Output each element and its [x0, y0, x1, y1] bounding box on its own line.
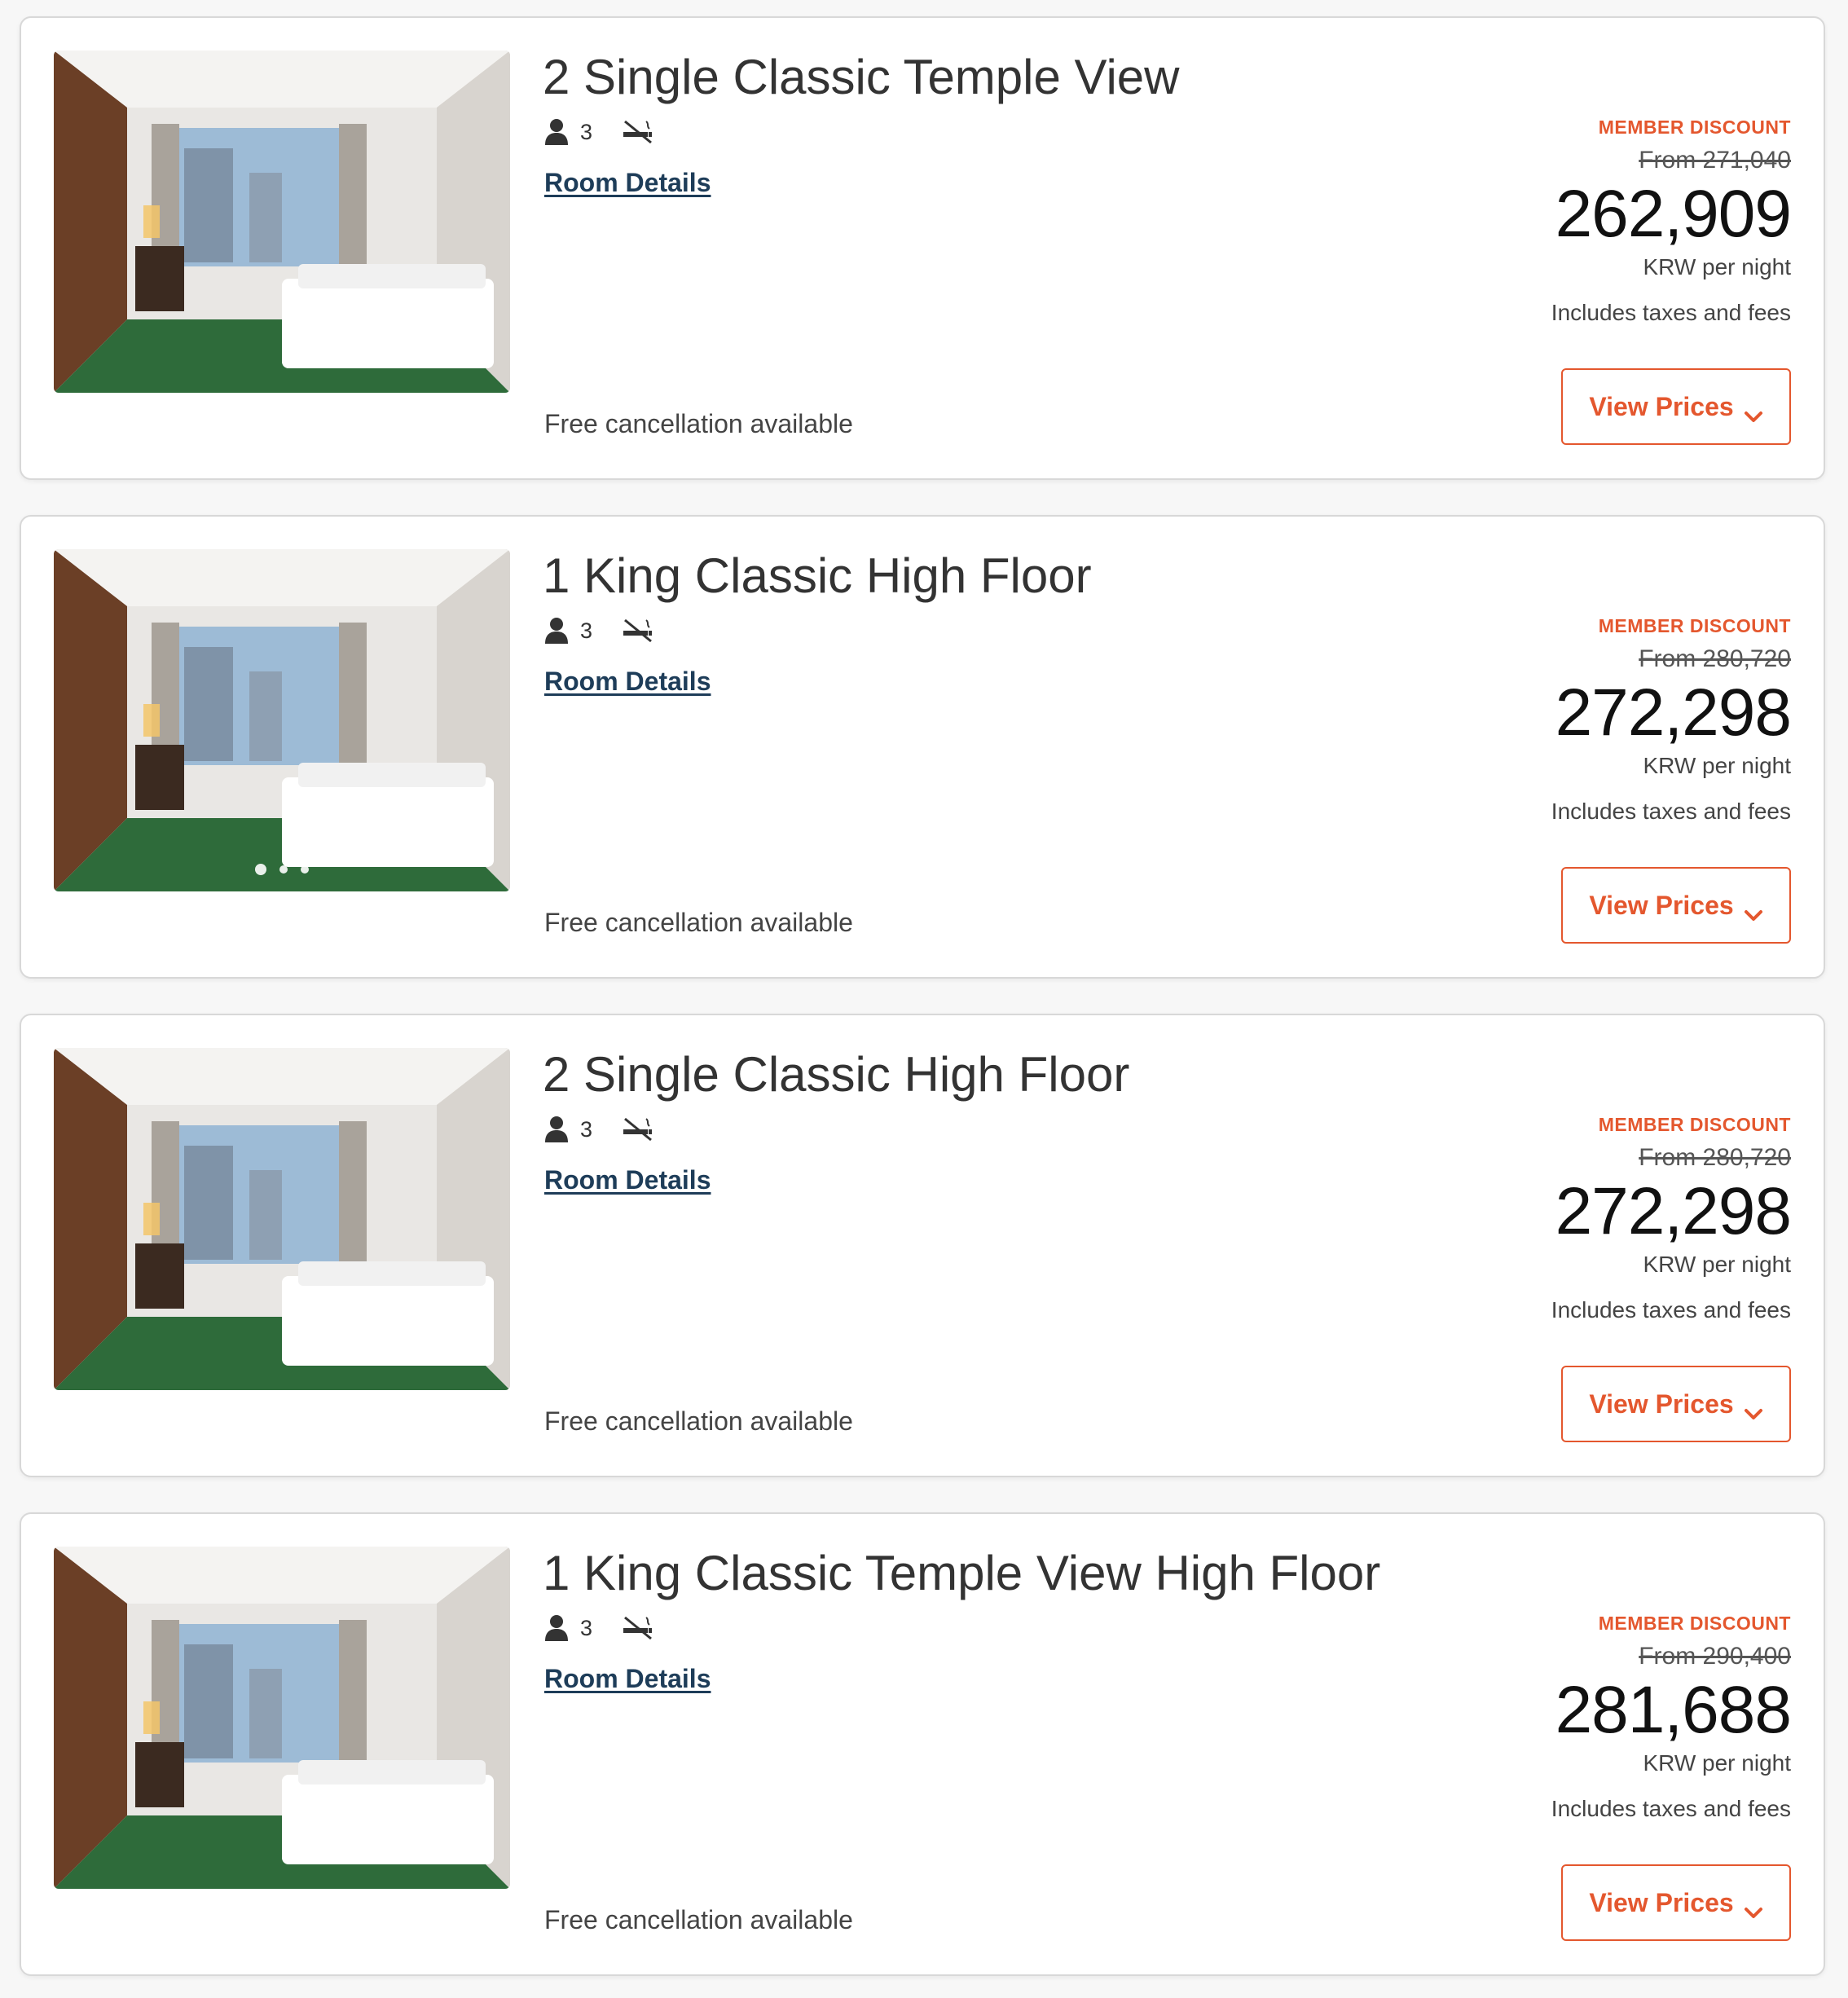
room-photo-image	[54, 549, 510, 891]
cancellation-note: Free cancellation available	[544, 1905, 853, 1934]
original-price: From 280,720	[1639, 1144, 1791, 1171]
person-icon	[544, 617, 569, 645]
no-smoking-icon	[622, 118, 654, 146]
no-smoking-icon	[622, 1614, 654, 1642]
no-smoking-icon	[622, 1116, 654, 1143]
price-block: MEMBER DISCOUNT From 271,040 262,909 KRW…	[1551, 114, 1792, 329]
price-block: MEMBER DISCOUNT From 280,720 272,298 KRW…	[1551, 1111, 1792, 1327]
price-unit: KRW per night	[1643, 753, 1791, 778]
member-discount-label: MEMBER DISCOUNT	[1598, 1114, 1791, 1135]
price-block: MEMBER DISCOUNT From 290,400 281,688 KRW…	[1551, 1610, 1792, 1825]
room-card: 1 King Classic Temple View High Floor 3 …	[20, 1512, 1825, 1976]
view-prices-label: View Prices	[1589, 1388, 1734, 1419]
view-prices-label: View Prices	[1589, 890, 1734, 920]
taxes-note: Includes taxes and fees	[1551, 799, 1791, 824]
occupancy-count: 3	[580, 1116, 593, 1142]
carousel-dots[interactable]	[54, 862, 510, 877]
room-photo-image	[54, 1048, 510, 1390]
taxes-note: Includes taxes and fees	[1551, 300, 1791, 325]
view-prices-label: View Prices	[1589, 1887, 1734, 1917]
room-photo[interactable]	[54, 51, 510, 393]
room-photo-image	[54, 1547, 510, 1889]
person-icon	[544, 1116, 569, 1143]
member-discount-label: MEMBER DISCOUNT	[1598, 117, 1791, 138]
room-title: 1 King Classic Temple View High Floor	[543, 1546, 1381, 1600]
chevron-down-icon	[1744, 899, 1763, 921]
room-details-link[interactable]: Room Details	[544, 1664, 711, 1694]
room-card: 2 Single Classic Temple View 3 Room Deta…	[20, 16, 1825, 480]
view-prices-button[interactable]: View Prices	[1561, 1366, 1791, 1442]
room-list: 2 Single Classic Temple View 3 Room Deta…	[0, 0, 1848, 1998]
cancellation-note: Free cancellation available	[544, 409, 853, 438]
carousel-dot[interactable]	[279, 865, 288, 874]
price: 262,909	[1555, 177, 1792, 251]
room-title: 2 Single Classic Temple View	[543, 50, 1180, 104]
person-icon	[544, 118, 569, 146]
member-discount-label: MEMBER DISCOUNT	[1598, 1613, 1791, 1634]
member-discount-label: MEMBER DISCOUNT	[1598, 615, 1791, 636]
price-unit: KRW per night	[1643, 1750, 1791, 1776]
price: 281,688	[1555, 1673, 1792, 1747]
price-unit: KRW per night	[1643, 254, 1791, 279]
original-price: From 271,040	[1639, 147, 1791, 174]
view-prices-label: View Prices	[1589, 391, 1734, 421]
room-title: 2 Single Classic High Floor	[543, 1047, 1130, 1102]
room-title: 1 King Classic High Floor	[543, 548, 1092, 603]
room-meta: 3	[544, 1612, 654, 1644]
person-icon	[544, 1614, 569, 1642]
room-photo[interactable]	[54, 1547, 510, 1889]
carousel-dot[interactable]	[255, 863, 266, 875]
price: 272,298	[1555, 676, 1792, 750]
occupancy-count: 3	[580, 119, 593, 144]
occupancy-count: 3	[580, 1615, 593, 1640]
room-photo-image	[54, 51, 510, 393]
price-block: MEMBER DISCOUNT From 280,720 272,298 KRW…	[1551, 613, 1792, 828]
chevron-down-icon	[1744, 400, 1763, 422]
chevron-down-icon	[1744, 1896, 1763, 1918]
room-details-link[interactable]: Room Details	[544, 667, 711, 697]
room-details-link[interactable]: Room Details	[544, 168, 711, 198]
original-price: From 280,720	[1639, 645, 1791, 672]
taxes-note: Includes taxes and fees	[1551, 1796, 1791, 1821]
cancellation-note: Free cancellation available	[544, 908, 853, 937]
room-photo[interactable]	[54, 549, 510, 891]
no-smoking-icon	[622, 617, 654, 645]
room-meta: 3	[544, 1113, 654, 1146]
room-photo[interactable]	[54, 1048, 510, 1390]
view-prices-button[interactable]: View Prices	[1561, 867, 1791, 944]
cancellation-note: Free cancellation available	[544, 1406, 853, 1436]
chevron-down-icon	[1744, 1397, 1763, 1419]
view-prices-button[interactable]: View Prices	[1561, 1864, 1791, 1941]
view-prices-button[interactable]: View Prices	[1561, 368, 1791, 445]
room-meta: 3	[544, 116, 654, 148]
price: 272,298	[1555, 1174, 1792, 1248]
room-details-link[interactable]: Room Details	[544, 1165, 711, 1195]
room-card: 1 King Classic High Floor 3 Room Details…	[20, 515, 1825, 979]
taxes-note: Includes taxes and fees	[1551, 1297, 1791, 1322]
occupancy-count: 3	[580, 618, 593, 643]
room-meta: 3	[544, 614, 654, 647]
carousel-dot[interactable]	[301, 865, 309, 874]
original-price: From 290,400	[1639, 1643, 1791, 1670]
room-card: 2 Single Classic High Floor 3 Room Detai…	[20, 1014, 1825, 1477]
price-unit: KRW per night	[1643, 1252, 1791, 1277]
